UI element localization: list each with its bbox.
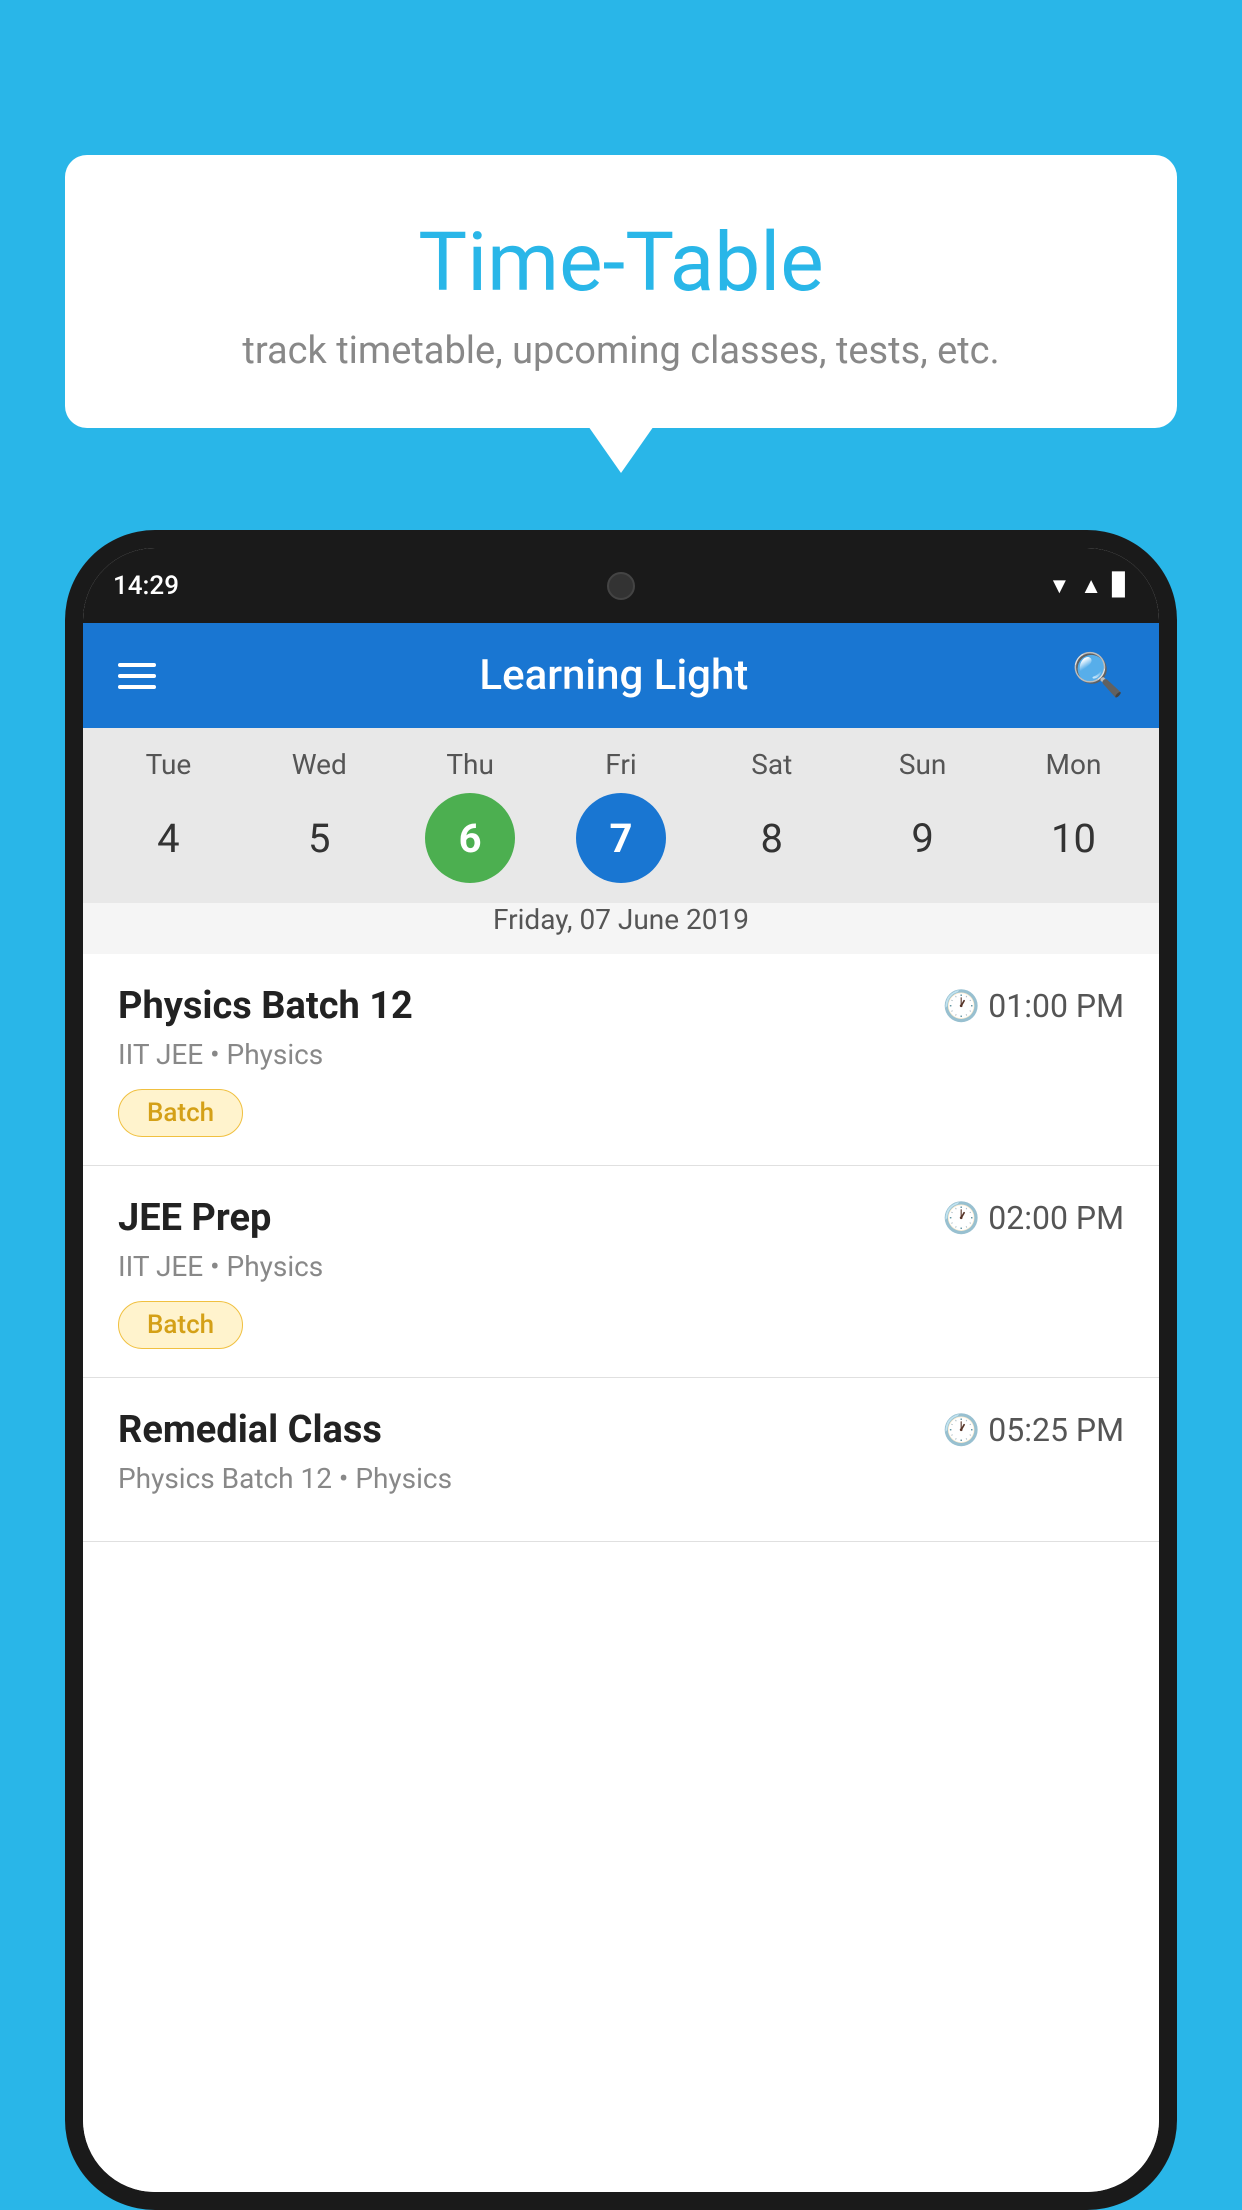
app-header: Learning Light 🔍: [83, 623, 1159, 728]
clock-icon-1: 🕐: [943, 989, 980, 1024]
day-header-fri: Fri: [576, 748, 666, 781]
schedule-subtitle-1: IIT JEE • Physics: [118, 1038, 1124, 1071]
bubble-subtitle: track timetable, upcoming classes, tests…: [115, 329, 1127, 373]
phone-screen-inner: Learning Light 🔍 Tue Wed Thu Fri Sat Sun…: [83, 623, 1159, 2192]
schedule-item-1-header: Physics Batch 12 🕐 01:00 PM: [118, 984, 1124, 1028]
clock-icon-3: 🕐: [943, 1413, 980, 1448]
batch-badge-1: Batch: [118, 1089, 243, 1137]
day-header-sat: Sat: [727, 748, 817, 781]
phone-time: 14:29: [113, 571, 179, 601]
schedule-time-2: 🕐 02:00 PM: [943, 1199, 1124, 1237]
day-numbers: 4 5 6 7 8 9 10: [83, 793, 1159, 903]
schedule-title-2: JEE Prep: [118, 1196, 271, 1240]
schedule-item-physics-batch[interactable]: Physics Batch 12 🕐 01:00 PM IIT JEE • Ph…: [83, 954, 1159, 1166]
day-7-selected[interactable]: 7: [576, 793, 666, 883]
calendar-strip: Tue Wed Thu Fri Sat Sun Mon 4 5 6 7 8: [83, 728, 1159, 954]
day-8[interactable]: 8: [727, 793, 817, 883]
phone-camera: [607, 572, 635, 600]
schedule-item-jee-prep[interactable]: JEE Prep 🕐 02:00 PM IIT JEE • Physics Ba…: [83, 1166, 1159, 1378]
app-title: Learning Light: [479, 651, 748, 700]
speech-bubble-container: Time-Table track timetable, upcoming cla…: [65, 155, 1177, 428]
clock-icon-2: 🕐: [943, 1201, 980, 1236]
search-button[interactable]: 🔍: [1072, 651, 1124, 700]
schedule-title-3: Remedial Class: [118, 1408, 382, 1452]
schedule-title-1: Physics Batch 12: [118, 984, 413, 1028]
day-5[interactable]: 5: [274, 793, 364, 883]
day-header-tue: Tue: [123, 748, 213, 781]
phone-frame: 14:29 ▼ ▲ ▊ Learning Light 🔍: [65, 530, 1177, 2208]
phone-outer: 14:29 ▼ ▲ ▊ Learning Light 🔍: [65, 530, 1177, 2210]
day-header-thu: Thu: [425, 748, 515, 781]
phone-notch-area: 14:29 ▼ ▲ ▊: [83, 548, 1159, 623]
day-9[interactable]: 9: [878, 793, 968, 883]
schedule-time-1: 🕐 01:00 PM: [943, 987, 1124, 1025]
menu-button[interactable]: [118, 663, 156, 689]
schedule-item-remedial[interactable]: Remedial Class 🕐 05:25 PM Physics Batch …: [83, 1378, 1159, 1542]
schedule-item-2-header: JEE Prep 🕐 02:00 PM: [118, 1196, 1124, 1240]
phone-status-icons: ▼ ▲ ▊: [1049, 573, 1129, 599]
schedule-subtitle-2: IIT JEE • Physics: [118, 1250, 1124, 1283]
speech-bubble: Time-Table track timetable, upcoming cla…: [65, 155, 1177, 428]
selected-date: Friday, 07 June 2019: [83, 903, 1159, 954]
wifi-icon: ▼: [1049, 573, 1071, 599]
schedule-subtitle-3: Physics Batch 12 • Physics: [118, 1462, 1124, 1495]
day-4[interactable]: 4: [123, 793, 213, 883]
day-6-today[interactable]: 6: [425, 793, 515, 883]
phone-screen: Learning Light 🔍 Tue Wed Thu Fri Sat Sun…: [83, 548, 1159, 2192]
day-10[interactable]: 10: [1028, 793, 1118, 883]
schedule-list: Physics Batch 12 🕐 01:00 PM IIT JEE • Ph…: [83, 954, 1159, 2192]
battery-icon: ▊: [1112, 573, 1129, 598]
batch-badge-2: Batch: [118, 1301, 243, 1349]
schedule-item-3-header: Remedial Class 🕐 05:25 PM: [118, 1408, 1124, 1452]
day-header-wed: Wed: [274, 748, 364, 781]
schedule-time-3: 🕐 05:25 PM: [943, 1411, 1124, 1449]
signal-icon: ▲: [1080, 573, 1102, 599]
bubble-title: Time-Table: [115, 215, 1127, 311]
day-headers: Tue Wed Thu Fri Sat Sun Mon: [83, 748, 1159, 793]
day-header-mon: Mon: [1028, 748, 1118, 781]
day-header-sun: Sun: [878, 748, 968, 781]
